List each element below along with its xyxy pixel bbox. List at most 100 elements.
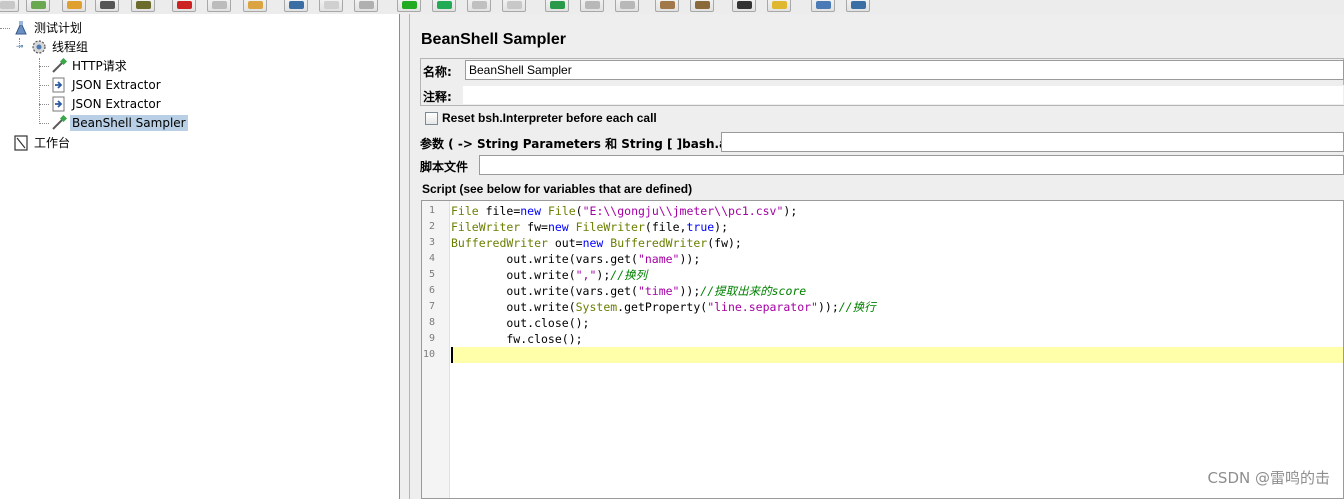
line-number: 2: [428, 221, 435, 232]
code-line[interactable]: out.close();: [451, 315, 1343, 331]
remote-start-icon[interactable]: [545, 0, 569, 12]
parameters-label: 参数 ( -> String Parameters 和 String [ ]ba…: [420, 137, 755, 151]
new-icon-glyph: [0, 1, 15, 9]
tree-node-beanshell-sampler[interactable]: BeanShell Sampler: [50, 114, 188, 132]
tree-node-thread-group[interactable]: 线程组: [30, 38, 90, 56]
workbench-icon: [12, 135, 30, 151]
tree-node-json-extractor-2[interactable]: JSON Extractor: [50, 95, 163, 113]
remote-stop-icon-glyph: [585, 1, 600, 9]
clear-all-icon-glyph: [695, 1, 710, 9]
shutdown-icon-glyph: [507, 1, 522, 9]
copy-icon[interactable]: [207, 0, 231, 12]
comment-label: 注释:: [423, 90, 452, 104]
code-line[interactable]: out.write(",");//换列: [451, 267, 1343, 283]
tree-node-json-extractor-1[interactable]: JSON Extractor: [50, 76, 163, 94]
save-as-icon-glyph: [136, 1, 151, 9]
clear-all-icon[interactable]: [690, 0, 714, 12]
tree-node-http-request[interactable]: HTTP请求: [50, 57, 129, 75]
reset-interpreter-checkbox[interactable]: [425, 112, 438, 125]
line-number: 7: [428, 301, 435, 312]
text-caret: [451, 347, 453, 363]
test-plan-icon: [12, 20, 30, 36]
toggle-icon[interactable]: [354, 0, 378, 12]
code-line[interactable]: fw.close();: [451, 331, 1343, 347]
save-icon[interactable]: [95, 0, 119, 12]
stop-icon[interactable]: [467, 0, 491, 12]
expand-icon-glyph: [289, 1, 304, 9]
tree-connector: [0, 28, 10, 29]
comment-field[interactable]: [462, 85, 1344, 105]
code-line[interactable]: [451, 347, 1343, 363]
parameters-field[interactable]: [721, 132, 1344, 152]
line-number: 6: [428, 285, 435, 296]
tree-connector: [39, 85, 49, 86]
expand-icon[interactable]: [284, 0, 308, 12]
cut-icon[interactable]: [172, 0, 196, 12]
name-field[interactable]: [465, 60, 1344, 80]
function-helper-icon[interactable]: [811, 0, 835, 12]
code-line[interactable]: File file=new File("E:\\gongju\\jmeter\\…: [451, 203, 1343, 219]
open-icon-glyph: [67, 1, 82, 9]
remote-start-icon-glyph: [550, 1, 565, 9]
collapse-icon-glyph: [324, 1, 339, 9]
watermark: CSDN @雷鸣的击: [1207, 469, 1330, 487]
tree-node-label: JSON Extractor: [72, 97, 161, 111]
code-line[interactable]: out.write(vars.get("name"));: [451, 251, 1343, 267]
tree-node-test-plan[interactable]: 测试计划: [12, 19, 84, 37]
new-icon[interactable]: [0, 0, 19, 12]
script-editor[interactable]: 1 2 3 4 5 6 7 8 9 10 File file=new File("E:\\gong…: [421, 200, 1344, 499]
templates-icon[interactable]: [26, 0, 50, 12]
tree-node-label: 线程组: [52, 40, 89, 54]
post-processor-icon: [50, 77, 68, 93]
help-icon[interactable]: [846, 0, 870, 12]
code-line[interactable]: out.write(vars.get("time"));//提取出来的score: [451, 283, 1343, 299]
tree-connector: [39, 123, 49, 124]
start-no-pauses-icon-glyph: [437, 1, 452, 9]
tree-connector: [39, 58, 40, 124]
remote-stop-icon[interactable]: [580, 0, 604, 12]
tree-node-label: 测试计划: [34, 21, 83, 35]
help-icon-glyph: [851, 1, 866, 9]
line-number: 4: [428, 253, 435, 264]
clear-icon-glyph: [660, 1, 675, 9]
toggle-icon-glyph: [359, 1, 374, 9]
tree-node-label: HTTP请求: [72, 59, 127, 73]
script-label: Script (see below for variables that are…: [422, 182, 693, 196]
cut-icon-glyph: [177, 1, 192, 9]
sampler-pipette-icon: [50, 114, 68, 131]
line-number: 8: [428, 317, 435, 328]
tree-node-workbench[interactable]: 工作台: [12, 134, 72, 152]
toolbar: [0, 0, 1344, 14]
remote-shutdown-icon-glyph: [620, 1, 635, 9]
tree-connector: [39, 104, 49, 105]
paste-icon-glyph: [248, 1, 263, 9]
start-icon[interactable]: [397, 0, 421, 12]
reset-search-icon[interactable]: [767, 0, 791, 12]
collapse-toggle-icon[interactable]: ⊸: [16, 43, 24, 52]
search-icon[interactable]: [732, 0, 756, 12]
tree-node-label: BeanShell Sampler: [70, 115, 188, 131]
test-plan-tree[interactable]: ⊸ 测试计划 线程组 HTTP请求 JSON Extractor JSON Ex…: [0, 14, 400, 499]
remote-shutdown-icon[interactable]: [615, 0, 639, 12]
clear-icon[interactable]: [655, 0, 679, 12]
save-as-icon[interactable]: [131, 0, 155, 12]
line-number: 3: [428, 237, 435, 248]
shutdown-icon[interactable]: [502, 0, 526, 12]
start-no-pauses-icon[interactable]: [432, 0, 456, 12]
reset-interpreter-label: Reset bsh.Interpreter before each call: [442, 111, 657, 125]
tree-node-label: JSON Extractor: [72, 78, 161, 92]
function-helper-icon-glyph: [816, 1, 831, 9]
sampler-pipette-icon: [50, 57, 68, 74]
code-line[interactable]: BufferedWriter out=new BufferedWriter(fw…: [451, 235, 1343, 251]
templates-icon-glyph: [31, 1, 46, 9]
collapse-icon[interactable]: [319, 0, 343, 12]
open-icon[interactable]: [62, 0, 86, 12]
script-file-field[interactable]: [479, 155, 1344, 175]
splitter-handle[interactable]: [400, 14, 410, 499]
paste-icon[interactable]: [243, 0, 267, 12]
code-line[interactable]: FileWriter fw=new FileWriter(file,true);: [451, 219, 1343, 235]
reset-search-icon-glyph: [772, 1, 787, 9]
copy-icon-glyph: [212, 1, 227, 9]
script-file-label: 脚本文件: [420, 160, 469, 174]
code-line[interactable]: out.write(System.getProperty("line.separ…: [451, 299, 1343, 315]
